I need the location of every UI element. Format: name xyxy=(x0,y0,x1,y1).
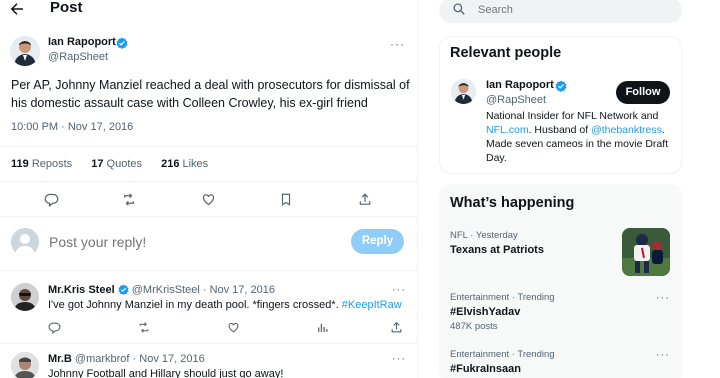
search-input[interactable] xyxy=(478,4,668,16)
divider xyxy=(0,216,418,217)
whats-happening-title: What’s happening xyxy=(450,195,575,211)
more-options-icon[interactable]: ··· xyxy=(656,349,670,361)
relevant-person-avatar[interactable] xyxy=(451,79,476,104)
bio-link[interactable]: NFL.com xyxy=(486,124,529,136)
author-handle[interactable]: @RapSheet xyxy=(48,51,108,63)
bookmark-icon[interactable] xyxy=(275,189,297,209)
trend-name[interactable]: #ElvishYadav xyxy=(450,306,520,318)
author-name[interactable]: Ian Rapoport xyxy=(48,36,116,48)
relevant-person-name[interactable]: Ian Rapoport xyxy=(486,79,554,91)
bio-mention-link[interactable]: @thebanktress xyxy=(591,124,662,136)
reply-author-name[interactable]: Mr.Kris Steel xyxy=(48,284,115,296)
likes-stat[interactable]: 216 Likes xyxy=(161,158,216,170)
reposts-stat[interactable]: 119 Reposts xyxy=(11,158,80,170)
reply-input[interactable] xyxy=(49,233,339,251)
divider xyxy=(0,343,418,344)
reply-date[interactable]: · Nov 17, 2016 xyxy=(133,353,205,365)
page-title: Post xyxy=(50,0,83,16)
trend-category: Entertainment · Trending xyxy=(450,292,555,303)
main-column: Post Ian Rapoport @RapSheet ··· Per AP, … xyxy=(0,0,418,378)
reply-avatar[interactable] xyxy=(11,352,39,378)
share-icon[interactable] xyxy=(354,189,376,209)
reply-author-name[interactable]: Mr.B xyxy=(48,353,72,365)
author-avatar[interactable] xyxy=(10,36,40,66)
divider xyxy=(0,146,418,147)
user-avatar[interactable] xyxy=(11,228,39,256)
relevant-person-bio: National Insider for NFL Network and NFL… xyxy=(486,110,669,164)
reply-icon[interactable] xyxy=(40,189,62,209)
tweet-text: Per AP, Johnny Manziel reached a deal wi… xyxy=(11,78,410,110)
like-icon[interactable] xyxy=(222,317,244,337)
more-options-icon[interactable]: ··· xyxy=(392,284,406,296)
tweet-timestamp[interactable]: 10:00 PM · Nov 17, 2016 xyxy=(11,121,133,133)
quotes-stat[interactable]: 17 Quotes xyxy=(91,158,150,170)
reply-button[interactable]: Reply xyxy=(351,229,404,254)
repost-icon[interactable] xyxy=(133,317,155,337)
divider xyxy=(0,270,418,271)
like-icon[interactable] xyxy=(197,189,219,209)
reply-icon[interactable] xyxy=(43,317,65,337)
views-icon[interactable] xyxy=(311,317,333,337)
reply-text: Johnny Football and Hillary should just … xyxy=(48,368,284,378)
reply-header: Mr.Kris Steel @MrKrisSteel · Nov 17, 201… xyxy=(48,284,275,296)
repost-icon[interactable] xyxy=(118,189,140,209)
divider xyxy=(0,181,418,182)
more-options-icon[interactable]: ··· xyxy=(392,353,406,365)
hashtag-link[interactable]: #KeepItRaw xyxy=(342,299,402,311)
reply-date[interactable]: · Nov 17, 2016 xyxy=(203,284,275,296)
top-bar: Post xyxy=(0,0,418,22)
tweet-stats: 119 Reposts 17 Quotes 216 Likes xyxy=(11,158,224,170)
trend-post-count: 487K posts xyxy=(450,321,498,332)
trend-thumbnail[interactable] xyxy=(622,228,670,276)
reply-author-handle[interactable]: @MrKrisSteel xyxy=(132,284,200,296)
reply-avatar[interactable] xyxy=(11,283,39,311)
reply-header: Mr.B @markbrof · Nov 17, 2016 xyxy=(48,353,205,365)
follow-button[interactable]: Follow xyxy=(616,81,670,104)
reply-author-handle[interactable]: @markbrof xyxy=(75,353,130,365)
reply-text: I've got Johnny Manziel in my death pool… xyxy=(48,299,339,311)
search-icon xyxy=(452,2,466,16)
verified-badge-icon xyxy=(555,80,567,92)
trend-name[interactable]: #FukraInsaan xyxy=(450,363,521,375)
share-icon[interactable] xyxy=(385,317,407,337)
more-options-icon[interactable]: ··· xyxy=(656,292,670,304)
reply-text-row: I've got Johnny Manziel in my death pool… xyxy=(48,299,402,311)
relevant-person-handle[interactable]: @RapSheet xyxy=(486,94,546,106)
verified-badge-icon xyxy=(118,284,129,295)
verified-badge-icon xyxy=(116,37,128,49)
trend-category: Entertainment · Trending xyxy=(450,349,555,360)
trend-category: NFL · Yesterday xyxy=(450,230,518,241)
more-options-icon[interactable]: ··· xyxy=(390,37,405,51)
relevant-people-title: Relevant people xyxy=(450,45,562,61)
trend-name[interactable]: Texans at Patriots xyxy=(450,244,544,256)
back-arrow-icon[interactable] xyxy=(8,0,30,20)
